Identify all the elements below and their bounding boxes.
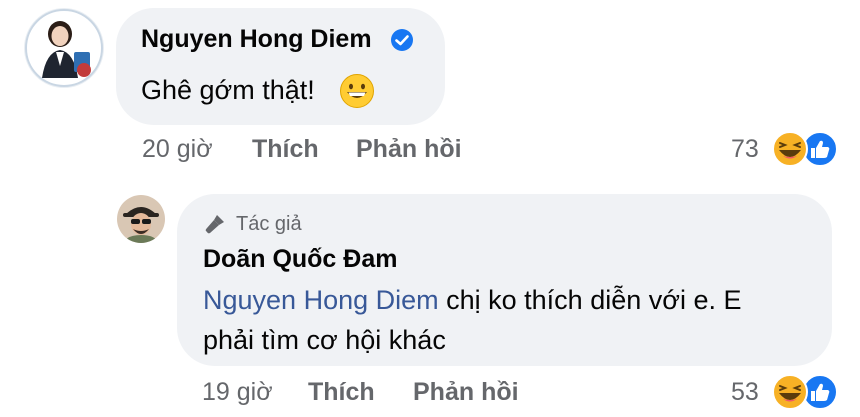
like-reaction-icon — [802, 131, 838, 167]
comment-reaction-count[interactable]: 73 — [731, 135, 759, 164]
reply-reaction-count[interactable]: 53 — [731, 378, 759, 407]
comment-author-name[interactable]: Nguyen Hong Diem — [141, 25, 372, 54]
comment-timestamp[interactable]: 20 giờ — [142, 135, 213, 163]
grinning-face-emoji — [339, 73, 375, 109]
like-reaction-icon — [802, 374, 838, 410]
verified-check-icon — [390, 28, 414, 52]
reply-timestamp[interactable]: 19 giờ — [202, 378, 273, 406]
avatar-doan-quoc-dam[interactable] — [117, 195, 165, 243]
comment-like-label: Thích — [252, 135, 319, 163]
reply-text: Nguyen Hong Diem chị ko thích diễn với e… — [203, 280, 823, 360]
laugh-reaction-icon — [772, 131, 808, 167]
avatar-nguyen-hong-diem[interactable] — [24, 8, 104, 88]
reply-reply-label: Phản hồi — [413, 378, 519, 406]
comment-reply-label: Phản hồi — [356, 135, 462, 163]
author-badge-label: Tác giả — [236, 213, 302, 235]
comment-meta: 20 giờ — [142, 135, 213, 164]
reply-meta: 19 giờ — [202, 378, 273, 407]
reply-reply-button[interactable]: Phản hồi — [413, 378, 519, 407]
laugh-reaction-icon — [772, 374, 808, 410]
comment-text-content: Ghê gớm thật! — [141, 75, 315, 105]
reply-author-name[interactable]: Doãn Quốc Đam — [203, 245, 397, 274]
comment-reply-button[interactable]: Phản hồi — [356, 135, 462, 164]
reply-mention-link[interactable]: Nguyen Hong Diem — [203, 285, 439, 315]
comment-like-button[interactable]: Thích — [252, 135, 319, 164]
reply-text-line1: chị ko thích diễn với e. E — [438, 285, 742, 315]
reply-text-line2: phải tìm cơ hội khác — [203, 325, 446, 355]
reply-like-button[interactable]: Thích — [308, 378, 375, 407]
reply-reactions[interactable] — [770, 373, 840, 411]
comment-text: Ghê gớm thật! — [141, 70, 315, 110]
microphone-icon — [203, 212, 227, 236]
comment-reactions[interactable] — [770, 130, 840, 168]
reply-like-label: Thích — [308, 378, 375, 406]
